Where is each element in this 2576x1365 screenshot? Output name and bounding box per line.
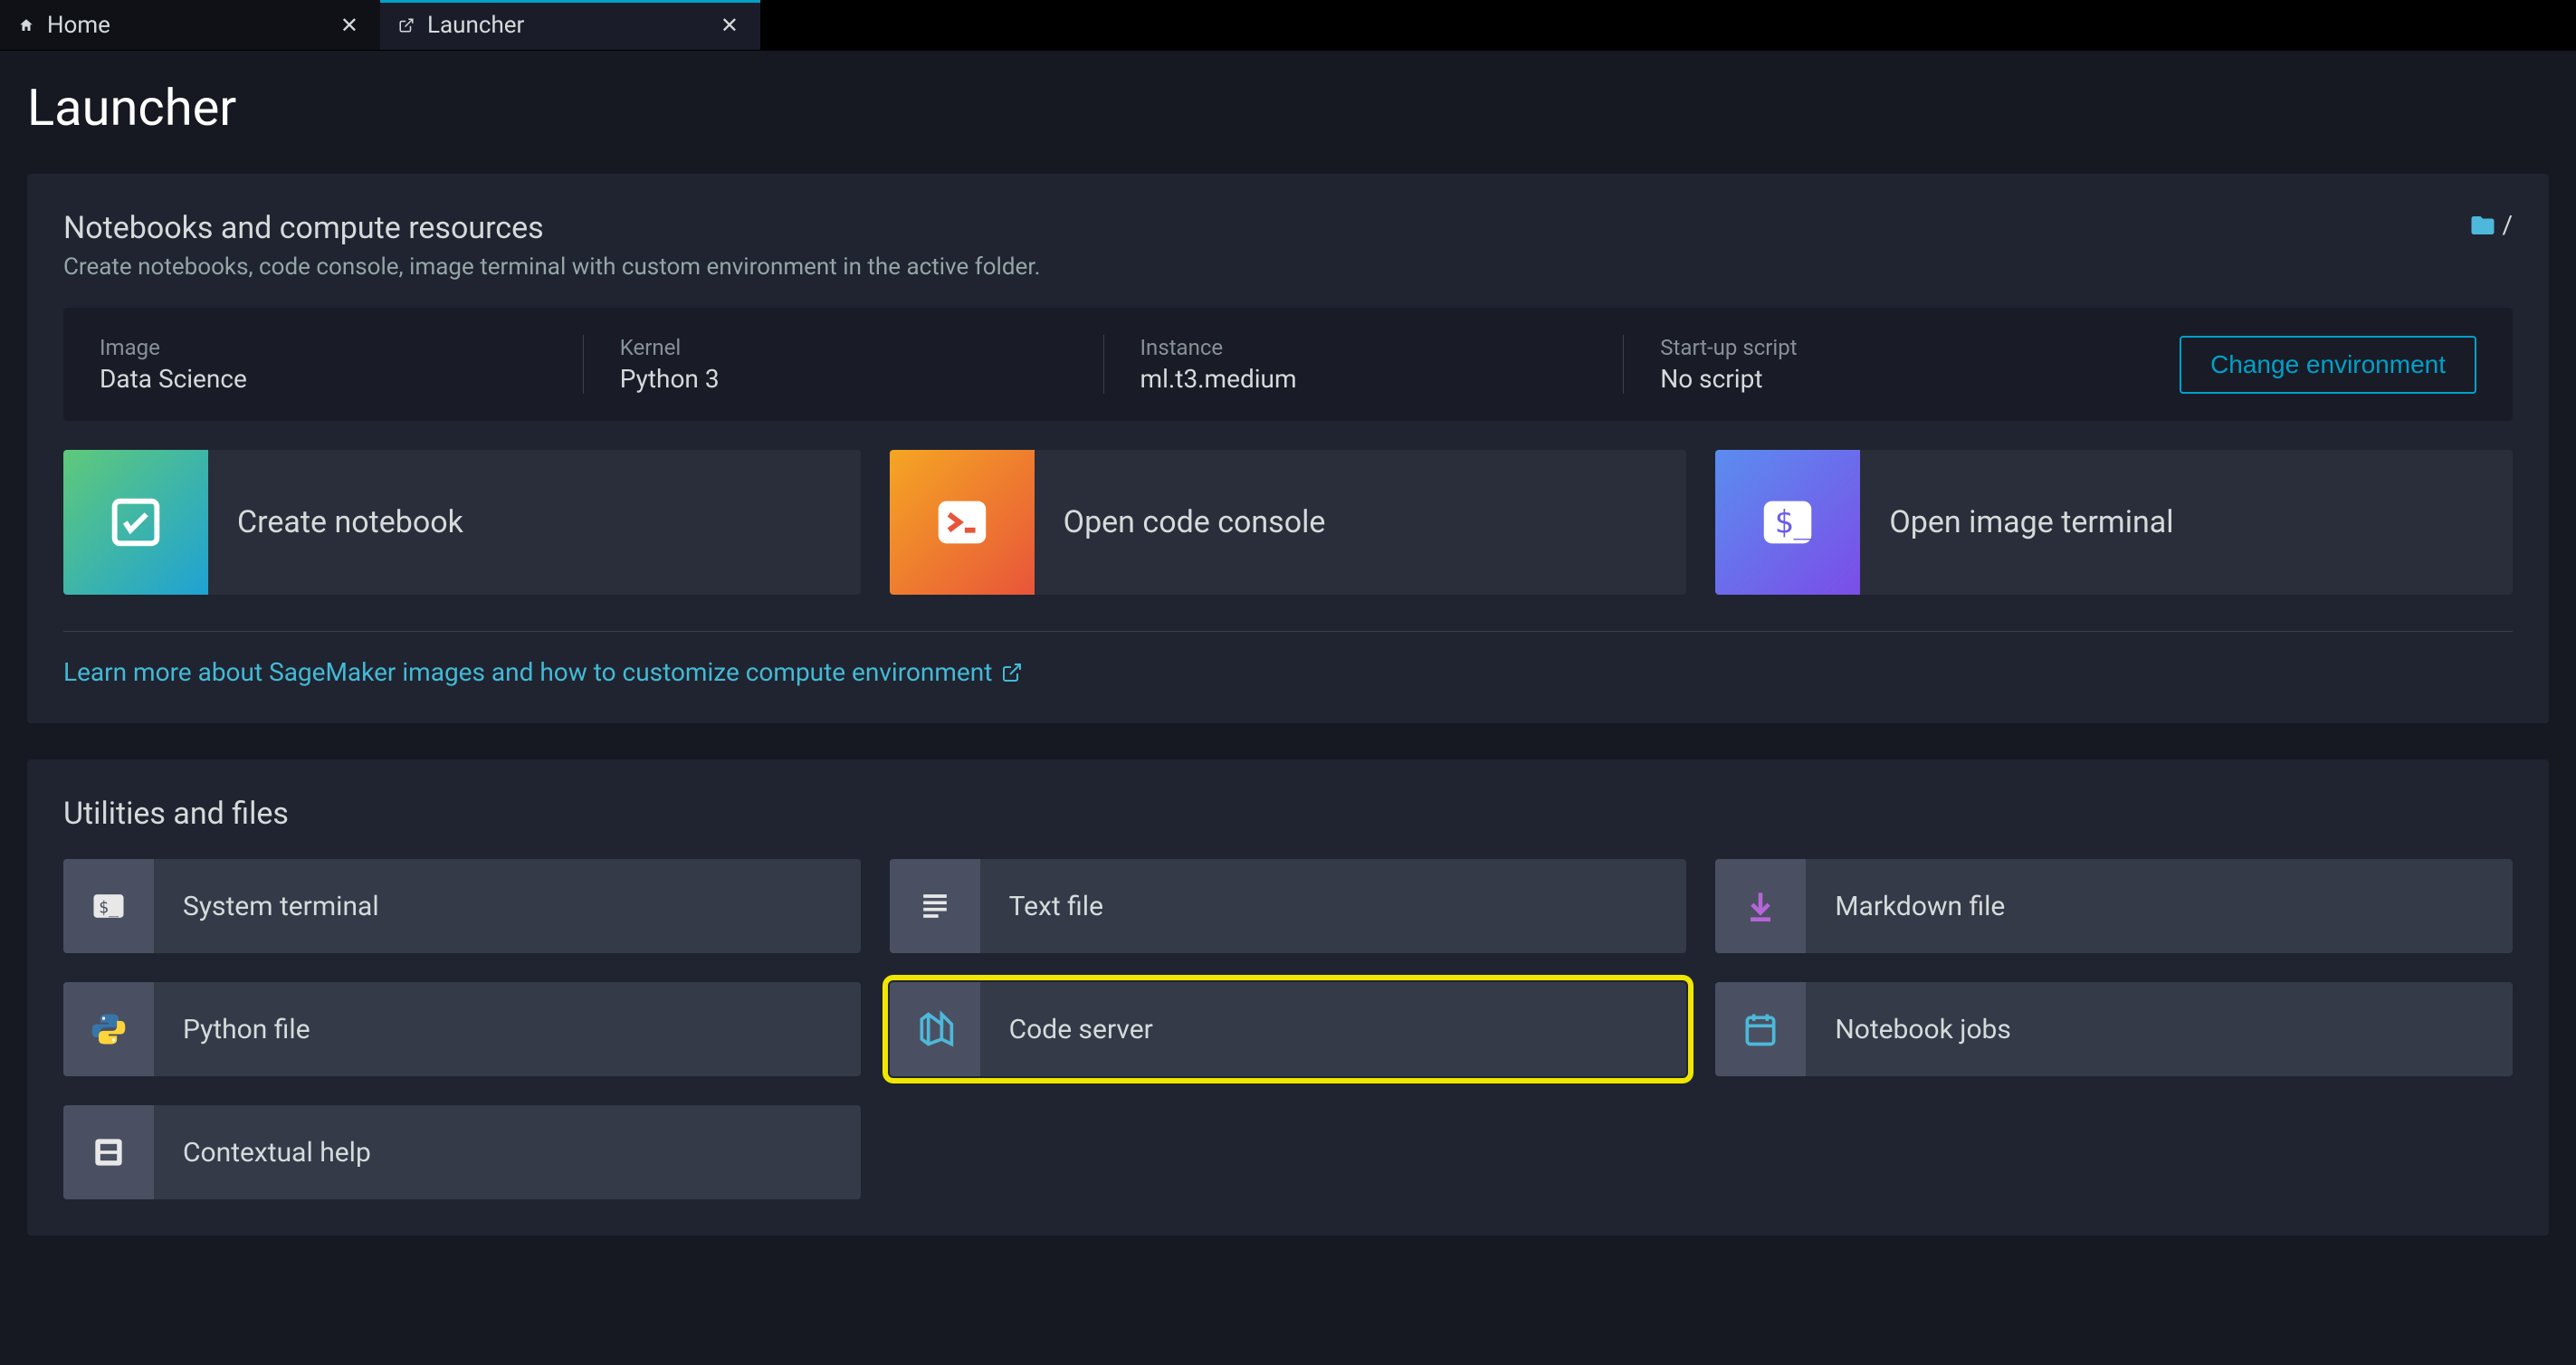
page-title: Launcher [27, 78, 2549, 138]
main-content: Launcher Notebooks and compute resources… [0, 51, 2576, 1365]
code-server-tile[interactable]: Code server [890, 982, 1687, 1076]
notebook-icon [63, 450, 208, 595]
change-environment-button[interactable]: Change environment [2180, 336, 2476, 394]
env-instance-value: ml.t3.medium [1140, 364, 1588, 394]
markdown-icon [1715, 859, 1806, 953]
environment-bar: Image Data Science Kernel Python 3 Insta… [63, 308, 2513, 421]
notebooks-panel-subtitle: Create notebooks, code console, image te… [63, 253, 1040, 281]
text-file-icon [890, 859, 980, 953]
env-kernel: Kernel Python 3 [584, 335, 1104, 394]
notebook-jobs-tile[interactable]: Notebook jobs [1715, 982, 2513, 1076]
close-icon[interactable]: ✕ [717, 9, 742, 42]
system-terminal-tile[interactable]: $_ System terminal [63, 859, 861, 953]
learn-more-text: Learn more about SageMaker images and ho… [63, 657, 992, 687]
python-icon [63, 982, 154, 1076]
text-file-label: Text file [980, 891, 1103, 922]
help-icon [63, 1105, 154, 1199]
env-image-value: Data Science [100, 364, 547, 394]
folder-path-text: / [2502, 210, 2513, 240]
utilities-panel: Utilities and files $_ System terminal T… [27, 759, 2549, 1236]
env-kernel-label: Kernel [620, 335, 1067, 360]
tab-launcher[interactable]: Launcher ✕ [380, 0, 760, 50]
learn-more-link[interactable]: Learn more about SageMaker images and ho… [63, 657, 2513, 687]
env-startup-label: Start-up script [1660, 335, 2107, 360]
terminal-icon: $_ [1715, 450, 1860, 595]
text-file-tile[interactable]: Text file [890, 859, 1687, 953]
svg-text:$_: $_ [1775, 505, 1814, 541]
env-startup-value: No script [1660, 364, 2107, 394]
env-kernel-value: Python 3 [620, 364, 1067, 394]
open-code-console-label: Open code console [1035, 504, 1326, 540]
env-instance: Instance ml.t3.medium [1104, 335, 1625, 394]
open-image-terminal-label: Open image terminal [1860, 504, 2173, 540]
tab-home-label: Home [47, 12, 324, 39]
terminal-icon: $_ [63, 859, 154, 953]
env-image-label: Image [100, 335, 547, 360]
utilities-panel-title: Utilities and files [63, 796, 2513, 832]
notebook-jobs-label: Notebook jobs [1806, 1014, 2011, 1045]
contextual-help-tile[interactable]: Contextual help [63, 1105, 861, 1199]
code-server-icon [890, 982, 980, 1076]
svg-text:$_: $_ [99, 898, 119, 917]
calendar-icon [1715, 982, 1806, 1076]
markdown-file-tile[interactable]: Markdown file [1715, 859, 2513, 953]
tab-launcher-label: Launcher [427, 12, 704, 39]
external-link-icon [398, 17, 415, 33]
open-image-terminal-tile[interactable]: $_ Open image terminal [1715, 450, 2513, 595]
close-icon[interactable]: ✕ [337, 9, 362, 42]
create-notebook-label: Create notebook [208, 504, 463, 540]
action-row: Create notebook Open code console $_ Ope… [63, 450, 2513, 595]
folder-icon [2469, 212, 2496, 239]
utilities-grid: $_ System terminal Text file Markdown fi… [63, 859, 2513, 1199]
env-image: Image Data Science [100, 335, 584, 394]
notebooks-panel-title: Notebooks and compute resources [63, 210, 1040, 246]
tab-bar: Home ✕ Launcher ✕ [0, 0, 2576, 51]
contextual-help-label: Contextual help [154, 1137, 371, 1169]
divider [63, 631, 2513, 632]
notebooks-panel: Notebooks and compute resources Create n… [27, 174, 2549, 723]
home-icon [18, 17, 34, 33]
system-terminal-label: System terminal [154, 891, 379, 922]
python-file-tile[interactable]: Python file [63, 982, 861, 1076]
python-file-label: Python file [154, 1014, 310, 1045]
markdown-file-label: Markdown file [1806, 891, 2005, 922]
folder-path[interactable]: / [2469, 210, 2513, 240]
open-code-console-tile[interactable]: Open code console [890, 450, 1687, 595]
tab-home[interactable]: Home ✕ [0, 0, 380, 50]
code-server-label: Code server [980, 1014, 1153, 1045]
create-notebook-tile[interactable]: Create notebook [63, 450, 861, 595]
env-startup: Start-up script No script [1624, 335, 2143, 394]
env-instance-label: Instance [1140, 335, 1588, 360]
console-icon [890, 450, 1035, 595]
external-link-icon [1001, 662, 1023, 683]
